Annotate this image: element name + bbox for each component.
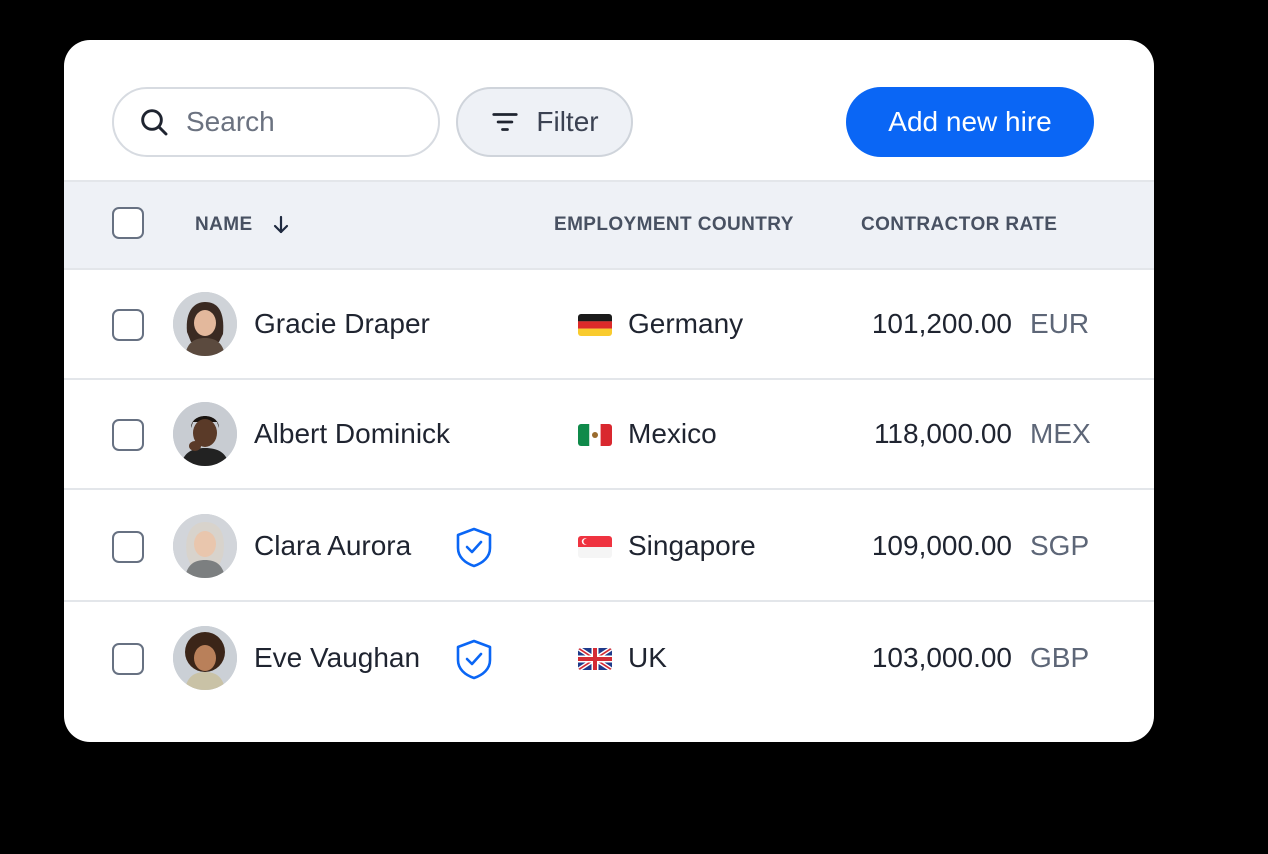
mexico-flag [578, 424, 612, 446]
germany-flag [578, 314, 612, 336]
table-row[interactable]: Albert Dominick Mexico 118,000.00 MEX [64, 380, 1154, 490]
search-icon [141, 109, 168, 136]
row-checkbox[interactable] [112, 531, 144, 563]
rate-amount: 103,000.00 [871, 642, 1012, 673]
search-box[interactable] [112, 87, 440, 157]
row-checkbox[interactable] [112, 419, 144, 451]
rate-currency: MEX [1030, 418, 1091, 449]
table-row[interactable]: Gracie Draper Germany 101,200.00 EUR [64, 270, 1154, 380]
row-checkbox[interactable] [112, 309, 144, 341]
table-header: NAME EMPLOYMENT COUNTRY CONTRACTOR RATE [64, 180, 1154, 270]
person-name: Gracie Draper [254, 308, 430, 339]
country-name: Mexico [628, 418, 717, 449]
verified-shield-icon [456, 639, 492, 680]
rate-amount: 101,200.00 [871, 308, 1012, 339]
avatar [173, 514, 237, 578]
column-header-name[interactable]: NAME [195, 182, 291, 268]
filter-button[interactable]: Filter [456, 87, 633, 157]
rate-currency: EUR [1030, 308, 1090, 339]
column-header-country[interactable]: EMPLOYMENT COUNTRY [554, 182, 794, 268]
country-name: Singapore [628, 530, 756, 561]
avatar [173, 292, 237, 356]
verified-shield-icon [456, 527, 492, 568]
rate-currency: GBP [1030, 642, 1090, 673]
rate-currency: SGP [1030, 530, 1090, 561]
row-checkbox[interactable] [112, 643, 144, 675]
person-name: Albert Dominick [254, 418, 451, 449]
country-name: UK [628, 642, 667, 673]
table-row[interactable]: Clara Aurora Singapore 109,000.00 SGP [64, 492, 1154, 602]
country-name: Germany [628, 308, 744, 339]
filter-icon [492, 113, 518, 131]
uk-flag [578, 648, 612, 670]
filter-label: Filter [536, 106, 599, 137]
avatar [173, 402, 237, 466]
rate-amount: 109,000.00 [871, 530, 1012, 561]
column-header-rate[interactable]: CONTRACTOR RATE [861, 182, 1057, 268]
sort-arrow-down-icon [273, 215, 288, 234]
singapore-flag [578, 536, 612, 558]
person-name: Clara Aurora [254, 530, 412, 561]
add-new-hire-button[interactable]: Add new hire [846, 87, 1094, 157]
select-all-checkbox[interactable] [112, 207, 144, 239]
person-name: Eve Vaughan [254, 642, 421, 673]
avatar [173, 626, 237, 690]
hires-table-card: Filter Add new hire NAME EMPLOYMENT COUN… [64, 40, 1154, 742]
table-row[interactable]: Eve Vaughan UK 103,000.00 GBP [64, 604, 1154, 714]
rate-amount: 118,000.00 [873, 418, 1012, 449]
search-input[interactable] [186, 106, 406, 138]
